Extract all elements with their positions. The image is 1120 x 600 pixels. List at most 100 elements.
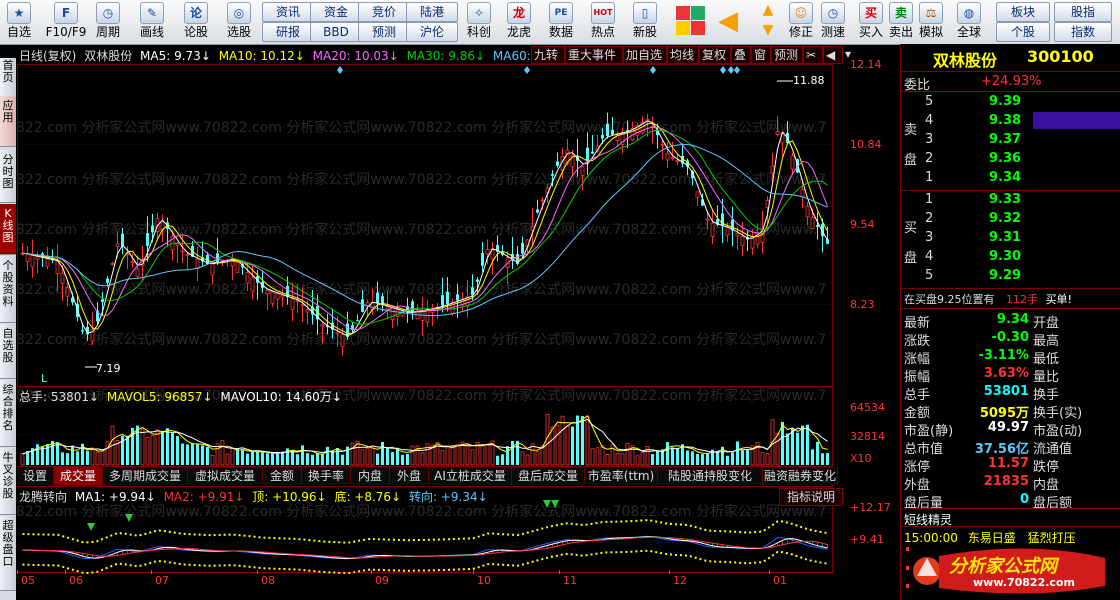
tab-intraday[interactable]: 分时图 <box>0 150 16 203</box>
stock-index-button[interactable]: 股指 <box>1054 2 1112 22</box>
ma-button[interactable]: 均线 <box>667 46 699 64</box>
toolbar-favorites[interactable]: ★ 自选 <box>4 2 34 42</box>
candle-body <box>300 304 305 307</box>
kline-chart-area[interactable]: 0822.com 分析家公式网www.70822.com 分析家公式网www.7… <box>17 44 900 600</box>
candle-body <box>250 277 255 292</box>
bbd-button[interactable]: BBD <box>310 22 362 42</box>
stat-label: 内盘 <box>1033 478 1060 493</box>
toolbar-sell[interactable]: 卖 卖出 <box>886 2 916 42</box>
tab-settings[interactable]: 设置 <box>17 467 54 485</box>
sector-button[interactable]: 板块 <box>996 2 1050 22</box>
collapse-icon[interactable]: ◀ <box>823 46 843 64</box>
ask-price[interactable]: 9.37 <box>989 132 1021 147</box>
ask-price[interactable]: 9.39 <box>989 94 1021 109</box>
research-button[interactable]: 研报 <box>262 22 314 42</box>
toolbar-science-board[interactable]: ✧ 科创 <box>462 2 496 42</box>
predict-button[interactable]: 预测 <box>771 46 803 64</box>
tab-home[interactable]: 首页 <box>0 58 16 97</box>
candle-body <box>456 294 459 301</box>
add-favorite-button[interactable]: 加自选 <box>623 46 667 64</box>
scissors-icon[interactable]: ✂ <box>803 46 823 64</box>
site-logo: 分析家公式网 www.70822.com <box>909 546 1109 596</box>
stat-label: 流通值 <box>1033 442 1073 457</box>
back-arrow-icon[interactable]: ◀ <box>718 6 746 36</box>
nine-turn-button[interactable]: 九转 <box>531 46 565 64</box>
volume-bar <box>181 443 184 465</box>
major-events-button[interactable]: 重大事件 <box>565 46 623 64</box>
tab-watchlist[interactable]: 自选股 <box>0 324 16 379</box>
tab-amount[interactable]: 金额 <box>263 467 302 485</box>
indicator-ma2: MA2: +9.91↓ <box>163 490 245 504</box>
tab-inner-volume[interactable]: 内盘 <box>351 467 390 485</box>
ask-price[interactable]: 9.36 <box>989 151 1021 166</box>
candle-body <box>216 253 219 263</box>
toolbar-period[interactable]: ◷ 周期 <box>92 2 124 42</box>
bid-price[interactable]: 9.30 <box>989 249 1021 264</box>
toolbar-speed-test[interactable]: ◷ 测速 <box>818 2 848 42</box>
tab-kline[interactable]: K线图 <box>0 204 16 255</box>
indicator-header: 龙腾转向 MA1: +9.94↓ MA2: +9.91↓ 顶: +10.96↓ … <box>19 488 488 505</box>
tab-super-order[interactable]: 超级盘口 <box>0 516 16 591</box>
toolbar-draw-line[interactable]: ✎ 画线 <box>136 2 168 42</box>
volume-bar <box>311 454 314 465</box>
tab-stock-profile[interactable]: 个股资料 <box>0 256 16 323</box>
bid-price[interactable]: 9.31 <box>989 230 1021 245</box>
ask-price[interactable]: 9.38 <box>989 113 1021 128</box>
toolbar-hot[interactable]: HOT 热点 <box>586 2 620 42</box>
tab-apps[interactable]: 应用 <box>0 96 16 147</box>
tab-ai-volume[interactable]: AI立桩成交量 <box>429 467 512 485</box>
tab-ranking[interactable]: 综合排名 <box>0 380 16 447</box>
candle-body <box>115 243 120 247</box>
index-button[interactable]: 指数 <box>1054 22 1112 42</box>
indicator-bottom: 底: +8.76↓ <box>334 490 402 504</box>
down-arrow-icon[interactable]: ▼ <box>758 22 778 40</box>
ask-price[interactable]: 9.34 <box>989 170 1021 185</box>
toolbar-ipo[interactable]: ▯ 新股 <box>628 2 662 42</box>
auction-button[interactable]: 竞价 <box>358 2 410 22</box>
tab-northbound-holding[interactable]: 陆股通持股变化 <box>658 467 763 485</box>
sprite-row[interactable]: 15:00:00 东易日盛 猛烈打压 <box>904 529 1076 546</box>
tab-outer-volume[interactable]: 外盘 <box>390 467 429 485</box>
volume-bar <box>66 453 69 465</box>
tab-virtual-volume[interactable]: 虚拟成交量 <box>188 467 263 485</box>
toolbar-discuss[interactable]: 论 论股 <box>180 2 212 42</box>
candle-body <box>210 263 215 276</box>
toolbar-dragon-tiger[interactable]: 龙 龙虎 <box>502 2 536 42</box>
single-stock-button[interactable]: 个股 <box>996 22 1050 42</box>
bid-price[interactable]: 9.33 <box>989 192 1021 207</box>
price-axis-label: 10.84 <box>850 138 882 151</box>
overlay-button[interactable]: 叠 <box>731 46 751 64</box>
toolbar-fix[interactable]: ☺ 修正 <box>786 2 816 42</box>
tab-volume[interactable]: 成交量 <box>54 467 103 485</box>
tab-diagnosis[interactable]: 牛叉诊股 <box>0 448 16 515</box>
up-arrow-icon[interactable]: ▲ <box>758 2 778 20</box>
tab-pe-ttm[interactable]: 市盈率(ttm) <box>585 467 658 485</box>
candle-body <box>816 225 819 227</box>
hk-connect-button[interactable]: 陆港 <box>406 2 458 22</box>
tab-turnover[interactable]: 换手率 <box>302 467 351 485</box>
ask-level: 3 <box>925 132 934 147</box>
shanghai-london-button[interactable]: 沪伦 <box>406 22 458 42</box>
funds-button[interactable]: 资金 <box>310 2 362 22</box>
forecast-button[interactable]: 预测 <box>358 22 410 42</box>
window-button[interactable]: 窗 <box>751 46 771 64</box>
tab-multi-period-volume[interactable]: 多周期成交量 <box>103 467 188 485</box>
toolbar-global[interactable]: ◍ 全球 <box>952 2 986 42</box>
toolbar-buy[interactable]: 买 买入 <box>856 2 886 42</box>
grid-layout-icon[interactable] <box>676 6 706 36</box>
candle-body <box>290 298 295 310</box>
toolbar-select-stock[interactable]: ◎ 选股 <box>222 2 256 42</box>
toolbar-simulate[interactable]: ⚖ 模拟 <box>916 2 946 42</box>
bid-price[interactable]: 9.32 <box>989 211 1021 226</box>
tab-after-hours-volume[interactable]: 盘后成交量 <box>512 467 585 485</box>
restore-right-button[interactable]: 复权 <box>699 46 731 64</box>
candle-body <box>395 309 400 317</box>
toolbar-data[interactable]: PE 数据 <box>544 2 578 42</box>
toolbar-f10[interactable]: F F10/F9 <box>44 2 88 42</box>
indicator-help-button[interactable]: 指标说明 <box>779 488 843 506</box>
bid-price[interactable]: 9.29 <box>989 268 1021 283</box>
tab-margin-change[interactable]: 融资融券变化 <box>763 467 838 485</box>
volume-bar <box>535 451 540 466</box>
indicator-axis-label: +9.41 <box>850 533 884 546</box>
news-button[interactable]: 资讯 <box>262 2 314 22</box>
